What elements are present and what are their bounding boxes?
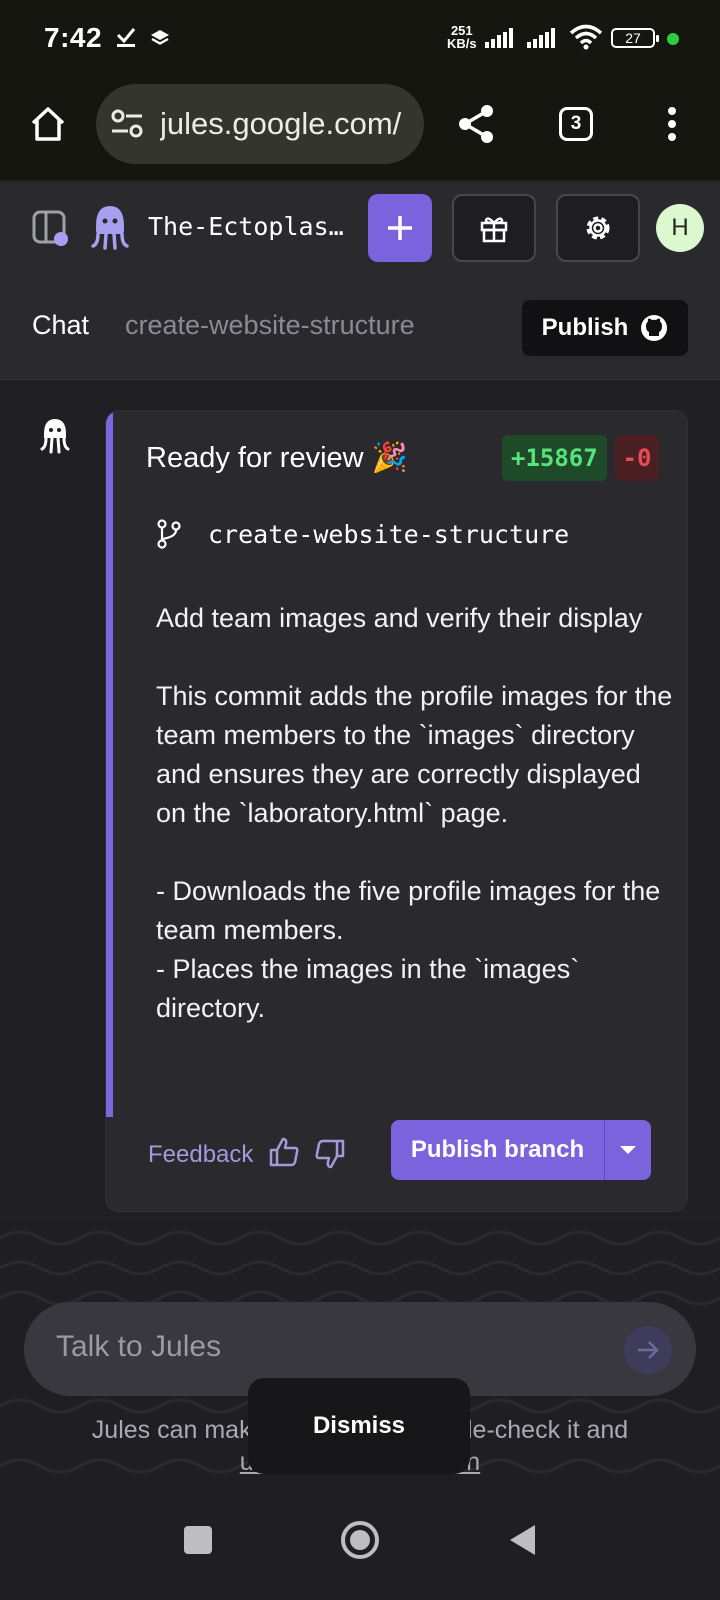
check-icon — [116, 26, 136, 53]
url-text: jules.google.com/ — [160, 106, 402, 141]
thumbs-down-icon[interactable] — [314, 1139, 346, 1174]
sidebar-toggle-icon[interactable] — [32, 208, 70, 253]
back-triangle-icon — [510, 1525, 535, 1555]
back-button[interactable] — [494, 1512, 550, 1568]
site-settings-icon[interactable] — [110, 108, 144, 145]
signal-icon — [485, 28, 515, 53]
gift-button[interactable] — [452, 194, 536, 262]
git-branch-icon — [157, 519, 181, 549]
settings-button[interactable] — [556, 194, 640, 262]
dismiss-toast[interactable]: Dismiss — [248, 1378, 470, 1474]
review-title: Ready for review 🎉 — [146, 442, 408, 474]
status-bar: 7:42 251 KB/s 27 — [0, 0, 720, 78]
github-icon — [641, 315, 668, 341]
square-icon — [184, 1526, 212, 1554]
plus-icon — [388, 216, 412, 240]
new-task-button[interactable] — [368, 194, 432, 262]
circle-icon — [341, 1521, 379, 1559]
status-time: 7:42 — [44, 22, 103, 53]
home-button[interactable] — [18, 94, 78, 154]
privacy-dot — [667, 33, 679, 45]
additions-badge: +15867 — [502, 435, 607, 481]
review-card: Ready for review 🎉 +15867 -0 create-webs… — [105, 410, 688, 1212]
feedback-label: Feedback — [148, 1141, 254, 1168]
user-avatar[interactable]: H — [656, 204, 704, 252]
publish-branch-split-button: Publish branch — [391, 1120, 651, 1180]
more-vert-icon — [668, 107, 676, 141]
publish-button[interactable]: Publish — [522, 300, 688, 356]
tab-count: 3 — [559, 107, 593, 141]
tab-chat[interactable]: Chat — [32, 310, 89, 341]
home-icon — [31, 107, 65, 141]
caret-down-icon — [620, 1146, 636, 1154]
deletions-badge: -0 — [615, 435, 659, 481]
arrow-right-icon — [638, 1341, 659, 1359]
jules-logo-icon — [90, 204, 130, 255]
battery-indicator: 27 — [611, 28, 659, 48]
wifi-icon — [569, 24, 603, 55]
address-bar[interactable]: jules.google.com/ — [96, 84, 424, 164]
browser-menu-button[interactable] — [642, 94, 702, 154]
layers-icon — [150, 28, 170, 53]
system-nav-bar — [0, 1480, 720, 1600]
browser-chrome: 7:42 251 KB/s 27 jules.google.com/ 3 — [0, 0, 720, 180]
tab-switcher-button[interactable]: 3 — [546, 94, 606, 154]
chat-thread[interactable]: Ready for review 🎉 +15867 -0 create-webs… — [0, 380, 720, 1220]
commit-message: Add team images and verify their display… — [156, 603, 673, 1023]
publish-label: Publish — [541, 314, 629, 341]
tab-branch[interactable]: create-website-structure — [125, 310, 415, 341]
view-tabs: Chat create-website-structure Publish — [0, 276, 720, 380]
share-icon — [459, 105, 493, 143]
send-button[interactable] — [624, 1326, 672, 1374]
network-speed: 251 KB/s — [447, 23, 477, 51]
share-button[interactable] — [446, 94, 506, 154]
branch-name: create-website-structure — [208, 519, 570, 549]
chat-input-placeholder: Talk to Jules — [56, 1330, 222, 1363]
publish-options-button[interactable] — [605, 1120, 651, 1180]
home-nav-button[interactable] — [332, 1512, 388, 1568]
gift-icon — [480, 217, 508, 243]
repo-name[interactable]: The-Ectoplas… — [148, 212, 344, 241]
gear-icon — [586, 216, 610, 240]
card-accent-bar — [106, 411, 113, 1211]
thumbs-up-icon[interactable] — [268, 1137, 300, 1172]
recents-button[interactable] — [170, 1512, 226, 1568]
branch-row: create-website-structure — [156, 519, 569, 549]
jules-avatar-icon — [40, 418, 70, 459]
signal-icon — [527, 28, 557, 53]
dismiss-label: Dismiss — [312, 1412, 406, 1439]
publish-branch-button[interactable]: Publish branch — [391, 1120, 605, 1180]
app-header: The-Ectoplas… H — [0, 182, 720, 276]
card-footer: Feedback Publish branch — [106, 1117, 687, 1211]
